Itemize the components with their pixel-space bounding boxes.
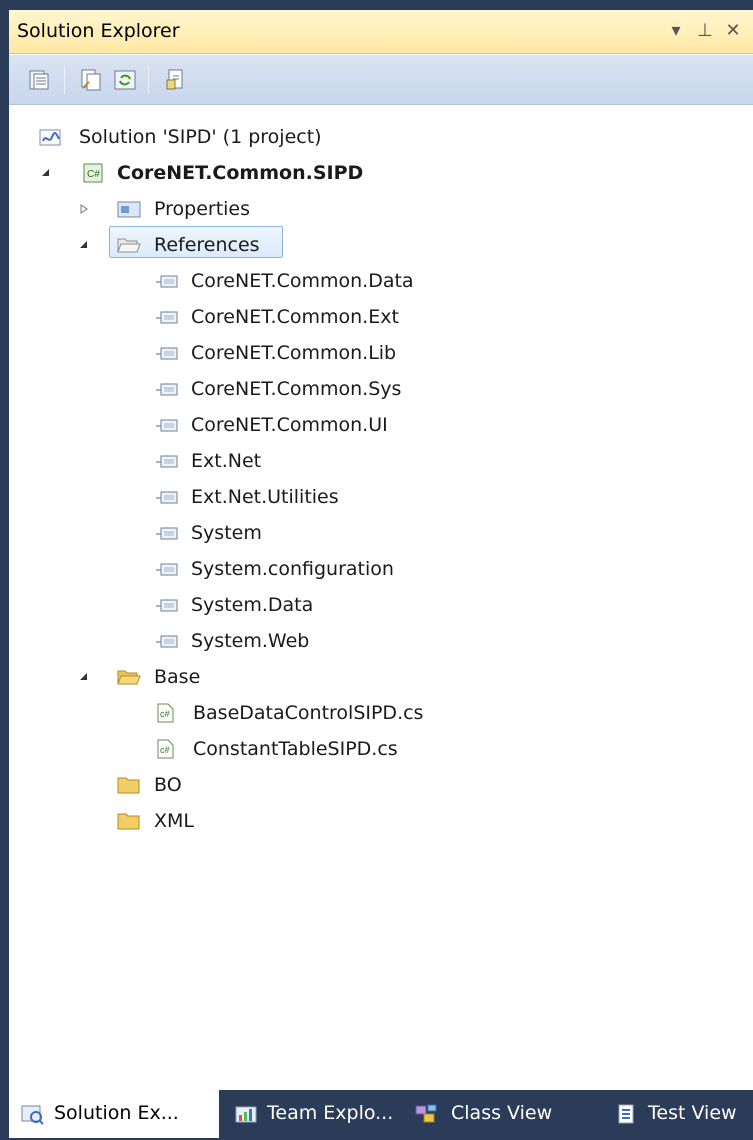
reference-label: CoreNET.Common.Data — [191, 270, 414, 292]
solution-label: Solution 'SIPD' (1 project) — [79, 126, 322, 148]
reference-item[interactable]: System — [9, 516, 753, 552]
tree-node-xml-folder[interactable]: XML — [9, 804, 753, 840]
tab-label: Class View — [451, 1102, 553, 1124]
reference-item[interactable]: System.Data — [9, 588, 753, 624]
reference-item[interactable]: System.Web — [9, 624, 753, 660]
csharp-project-icon: C# — [83, 163, 103, 183]
reference-item[interactable]: CoreNET.Common.Sys — [9, 372, 753, 408]
folder-label: XML — [154, 810, 194, 832]
tab-label: Test View — [648, 1102, 737, 1124]
assembly-reference-icon — [156, 311, 178, 324]
collapse-arrow-icon[interactable] — [41, 168, 51, 178]
collapse-arrow-icon[interactable] — [79, 240, 89, 250]
reference-label: System.Data — [191, 594, 314, 616]
reference-item[interactable]: Ext.Net.Utilities — [9, 480, 753, 516]
panel-toolbar — [9, 55, 753, 105]
assembly-reference-icon — [156, 563, 178, 576]
assembly-reference-icon — [156, 347, 178, 360]
tree-node-solution[interactable]: Solution 'SIPD' (1 project) — [9, 120, 753, 156]
reference-label: CoreNET.Common.Lib — [191, 342, 397, 364]
team-explorer-icon — [235, 1106, 257, 1123]
solution-tree: Solution 'SIPD' (1 project) C# CoreNET.C… — [9, 106, 753, 1006]
test-view-icon — [618, 1104, 634, 1124]
collapse-arrow-icon[interactable] — [79, 672, 89, 682]
assembly-reference-icon — [156, 599, 178, 612]
properties-icon[interactable] — [27, 68, 51, 92]
file-label: BaseDataControlSIPD.cs — [193, 702, 424, 724]
assembly-reference-icon — [156, 491, 178, 504]
reference-label: CoreNET.Common.Ext — [191, 306, 399, 328]
solution-explorer-icon — [21, 1105, 44, 1125]
toolbar-separator — [64, 66, 65, 94]
svg-text:c#: c# — [160, 709, 170, 719]
open-folder-icon — [117, 670, 141, 685]
references-label: References — [154, 234, 260, 256]
reference-item[interactable]: System.configuration — [9, 552, 753, 588]
base-folder-label: Base — [154, 666, 201, 688]
assembly-reference-icon — [156, 635, 178, 648]
svg-text:C#: C# — [87, 169, 100, 180]
folder-icon — [117, 777, 140, 794]
view-class-diagram-icon[interactable] — [164, 68, 188, 92]
reference-item[interactable]: CoreNET.Common.Lib — [9, 336, 753, 372]
reference-label: Ext.Net.Utilities — [191, 486, 339, 508]
tab-solution-explorer[interactable]: Solution Ex... — [9, 1090, 219, 1138]
assembly-reference-icon — [156, 275, 178, 288]
reference-label: System.configuration — [191, 558, 394, 580]
project-label: CoreNET.Common.SIPD — [117, 162, 364, 184]
reference-label: System.Web — [191, 630, 310, 652]
tree-node-properties[interactable]: Properties — [9, 192, 753, 228]
tree-node-base-folder[interactable]: Base — [9, 660, 753, 696]
reference-item[interactable]: CoreNET.Common.Data — [9, 264, 753, 300]
tree-node-file[interactable]: c# BaseDataControlSIPD.cs — [9, 696, 753, 732]
panel-title: Solution Explorer — [17, 20, 180, 42]
svg-text:c#: c# — [160, 745, 170, 755]
tab-class-view[interactable]: Class View — [404, 1090, 604, 1138]
tab-label: Team Explo... — [267, 1102, 394, 1124]
reference-label: CoreNET.Common.UI — [191, 414, 388, 436]
expand-arrow-icon[interactable] — [79, 204, 89, 214]
refresh-icon[interactable] — [113, 68, 137, 92]
auto-hide-pin-icon[interactable]: ⊥ — [694, 18, 716, 44]
assembly-reference-icon — [156, 527, 178, 540]
properties-label: Properties — [154, 198, 251, 220]
reference-item[interactable]: CoreNET.Common.UI — [9, 408, 753, 444]
folder-label: BO — [154, 774, 182, 796]
reference-label: System — [191, 522, 262, 544]
tree-node-project[interactable]: C# CoreNET.Common.SIPD — [9, 156, 753, 192]
class-view-icon — [415, 1104, 437, 1123]
close-icon[interactable]: ✕ — [722, 18, 744, 44]
csharp-file-icon: c# — [157, 703, 174, 723]
file-label: ConstantTableSIPD.cs — [193, 738, 398, 760]
toolbar-separator — [148, 66, 149, 94]
solution-explorer-panel: Solution Explorer ▾ ⊥ ✕ Solution 'SIPD' … — [9, 10, 753, 1140]
assembly-reference-icon — [156, 455, 178, 468]
open-folder-icon — [117, 238, 141, 253]
tab-team-explorer[interactable]: Team Explo... — [229, 1090, 399, 1138]
assembly-reference-icon — [156, 419, 178, 432]
properties-folder-icon — [117, 201, 141, 218]
panel-titlebar: Solution Explorer ▾ ⊥ ✕ — [9, 10, 753, 54]
tab-label: Solution Ex... — [54, 1102, 179, 1124]
tree-node-references[interactable]: References — [9, 228, 753, 264]
assembly-reference-icon — [156, 383, 178, 396]
reference-item[interactable]: Ext.Net — [9, 444, 753, 480]
window-position-dropdown-icon[interactable]: ▾ — [665, 18, 687, 44]
tree-node-file[interactable]: c# ConstantTableSIPD.cs — [9, 732, 753, 768]
bottom-tab-strip: Solution Ex... Team Explo... Class View — [9, 1090, 753, 1140]
reference-label: CoreNET.Common.Sys — [191, 378, 402, 400]
folder-icon — [117, 813, 140, 830]
csharp-file-icon: c# — [157, 739, 174, 759]
show-all-files-icon[interactable] — [79, 68, 103, 92]
reference-label: Ext.Net — [191, 450, 262, 472]
reference-item[interactable]: CoreNET.Common.Ext — [9, 300, 753, 336]
tree-node-bo-folder[interactable]: BO — [9, 768, 753, 804]
tab-test-view[interactable]: Test View — [606, 1090, 753, 1138]
solution-icon — [39, 129, 61, 146]
